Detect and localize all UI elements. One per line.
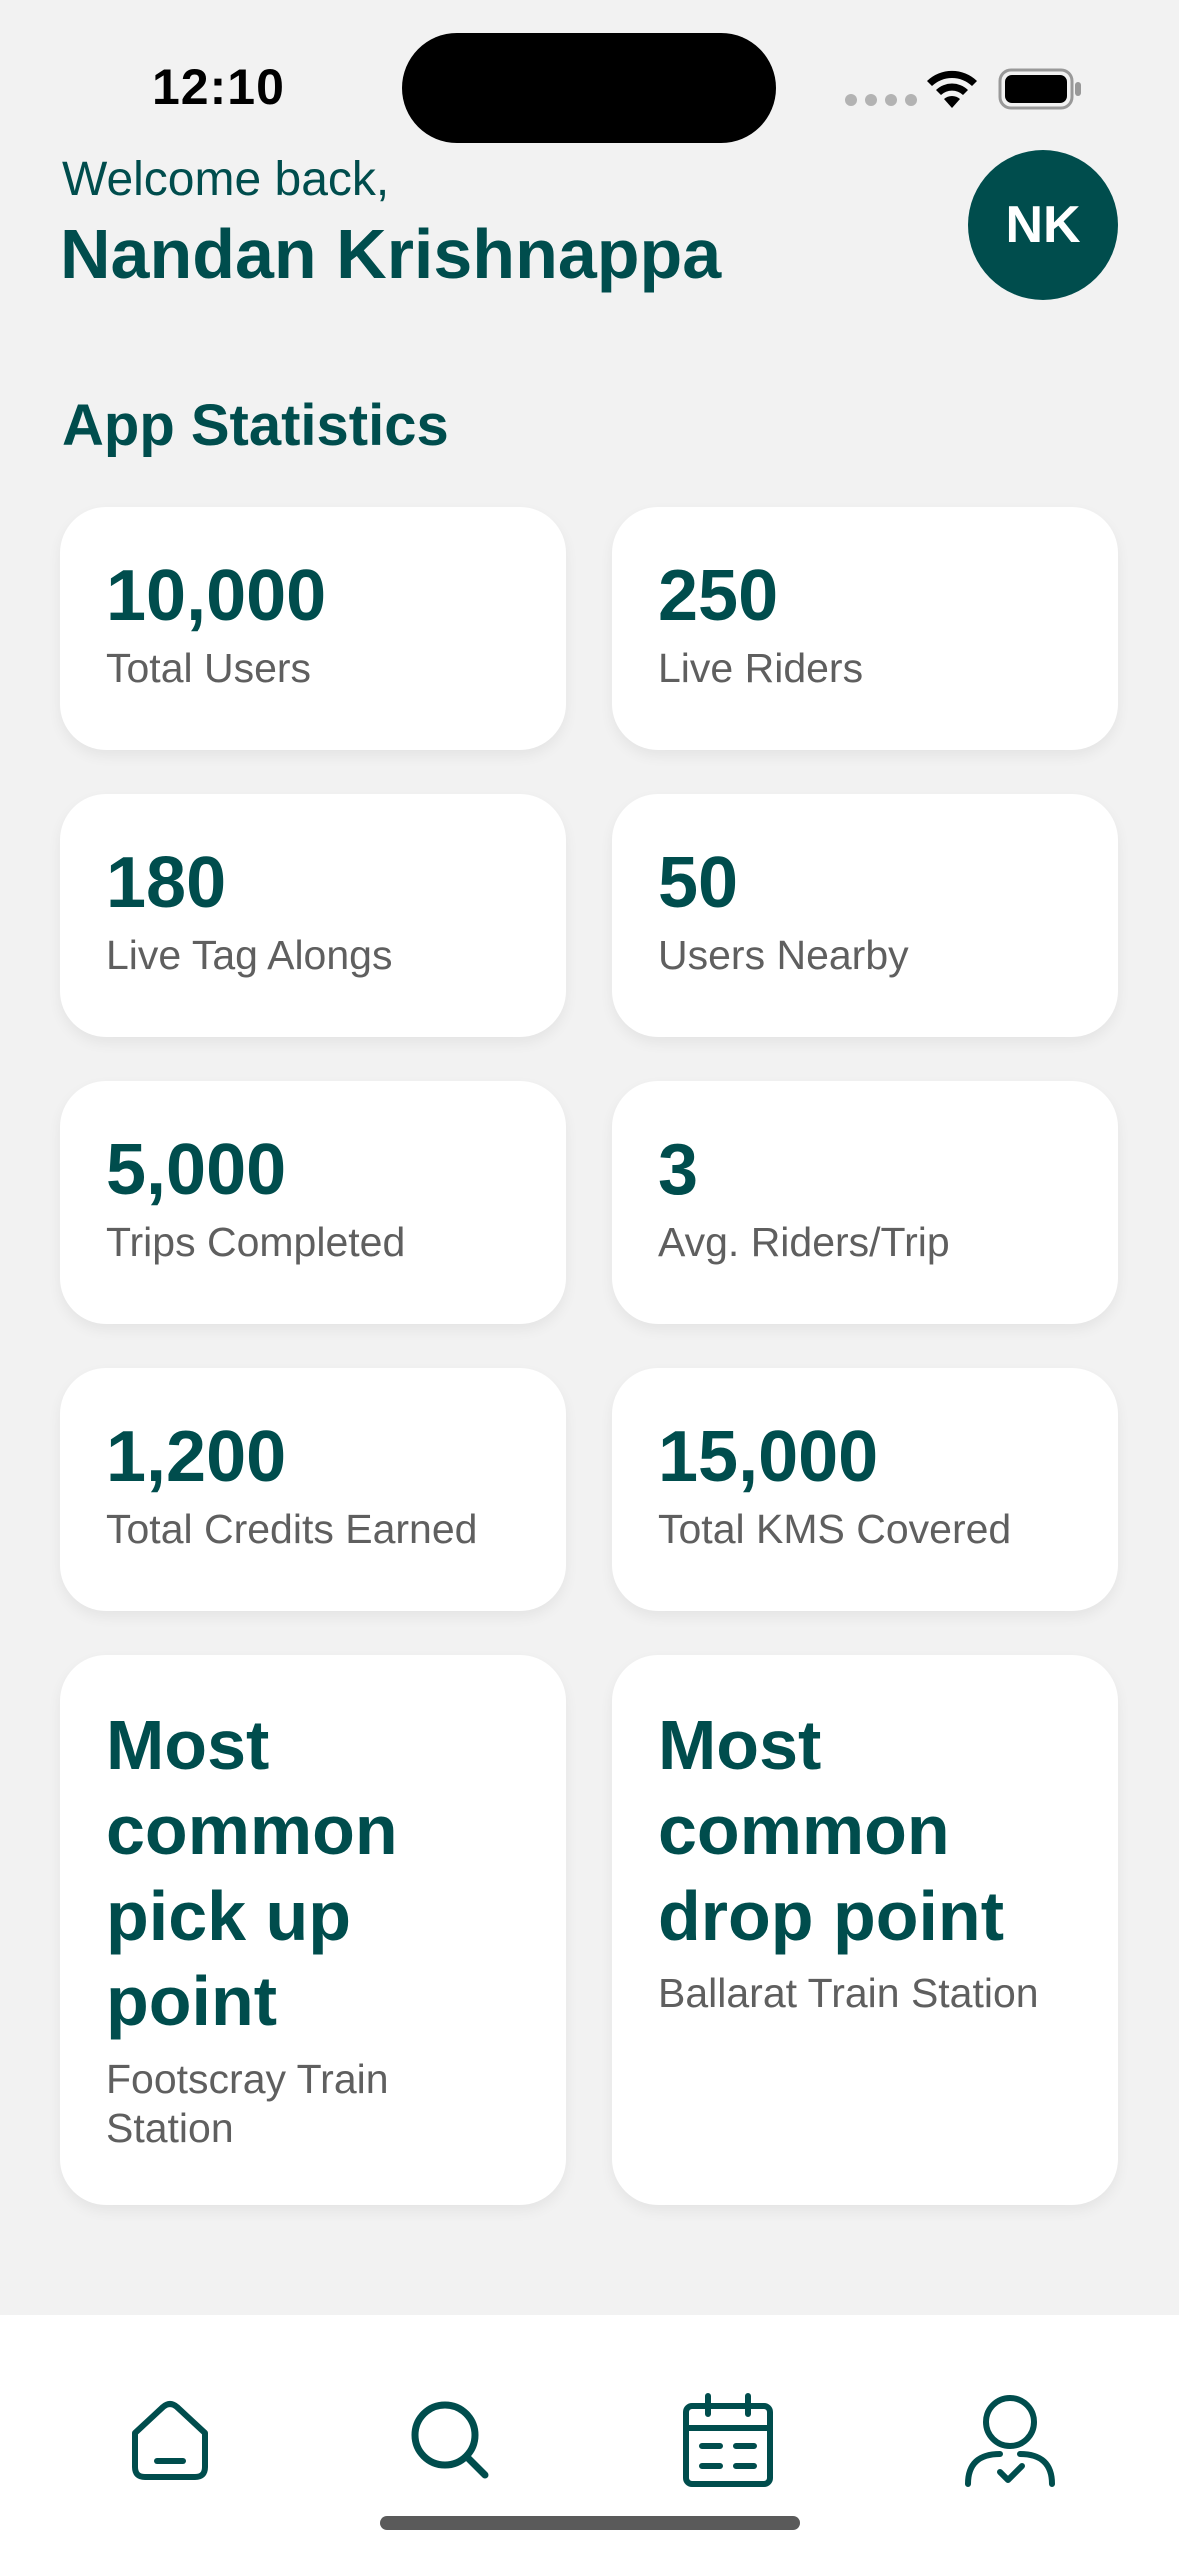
stat-label: Avg. Riders/Trip — [658, 1218, 950, 1265]
tab-search[interactable] — [395, 2385, 505, 2495]
stat-card-avg-riders-trip: 3 Avg. Riders/Trip — [612, 1081, 1118, 1324]
home-icon — [132, 2401, 208, 2480]
user-name: Nandan Krishnappa — [60, 215, 722, 293]
cellular-signal-icon — [845, 94, 917, 106]
stat-value: 180 — [106, 843, 227, 923]
section-title: App Statistics — [62, 393, 449, 458]
battery-icon — [998, 68, 1081, 110]
stat-value: 15,000 — [658, 1417, 879, 1497]
stat-card-users-nearby: 50 Users Nearby — [612, 794, 1118, 1037]
stat-value: 10,000 — [106, 556, 327, 636]
avatar[interactable]: NK — [968, 150, 1118, 300]
stat-value: 250 — [658, 556, 779, 636]
stat-value: 1,200 — [106, 1417, 287, 1497]
stat-value: 3 — [658, 1130, 699, 1210]
home-screen: 12:10 Welcome back, Nandan Krishnappa NK… — [0, 0, 1179, 2556]
calendar-icon — [683, 2393, 773, 2487]
wifi-icon — [927, 70, 977, 108]
stat-value: Most common pick up point — [106, 1706, 398, 2041]
stat-label: Live Riders — [658, 644, 864, 691]
stat-label: Total Credits Earned — [106, 1505, 478, 1552]
stat-card-trips-completed: 5,000 Trips Completed — [60, 1081, 566, 1324]
stat-label: Users Nearby — [658, 931, 909, 978]
stat-label: Footscray Train Station — [106, 2055, 389, 2151]
stat-value: Most common drop point — [658, 1706, 1005, 1955]
search-icon — [411, 2401, 489, 2479]
stat-card-total-users: 10,000 Total Users — [60, 507, 566, 750]
stat-card-drop-point: Most common drop point Ballarat Train St… — [612, 1655, 1118, 2205]
dynamic-island — [402, 33, 776, 143]
stat-label: Total Users — [106, 644, 312, 691]
welcome-text: Welcome back, — [62, 153, 390, 206]
tab-home[interactable] — [115, 2385, 225, 2495]
tab-profile[interactable] — [955, 2385, 1065, 2495]
stat-label: Trips Completed — [106, 1218, 406, 1265]
stat-card-total-credits: 1,200 Total Credits Earned — [60, 1368, 566, 1611]
stat-card-live-riders: 250 Live Riders — [612, 507, 1118, 750]
tab-calendar[interactable] — [673, 2385, 783, 2495]
stat-card-total-kms: 15,000 Total KMS Covered — [612, 1368, 1118, 1611]
stat-card-live-tag-alongs: 180 Live Tag Alongs — [60, 794, 566, 1037]
stat-label: Live Tag Alongs — [106, 931, 393, 978]
stat-label: Ballarat Train Station — [658, 1970, 1039, 2017]
stat-value: 5,000 — [106, 1130, 287, 1210]
stat-value: 50 — [658, 843, 739, 923]
status-time: 12:10 — [152, 59, 285, 115]
home-indicator — [380, 2516, 800, 2530]
stat-label: Total KMS Covered — [658, 1505, 1012, 1552]
profile-icon — [965, 2395, 1055, 2487]
stat-card-pickup-point: Most common pick up point Footscray Trai… — [60, 1655, 566, 2205]
